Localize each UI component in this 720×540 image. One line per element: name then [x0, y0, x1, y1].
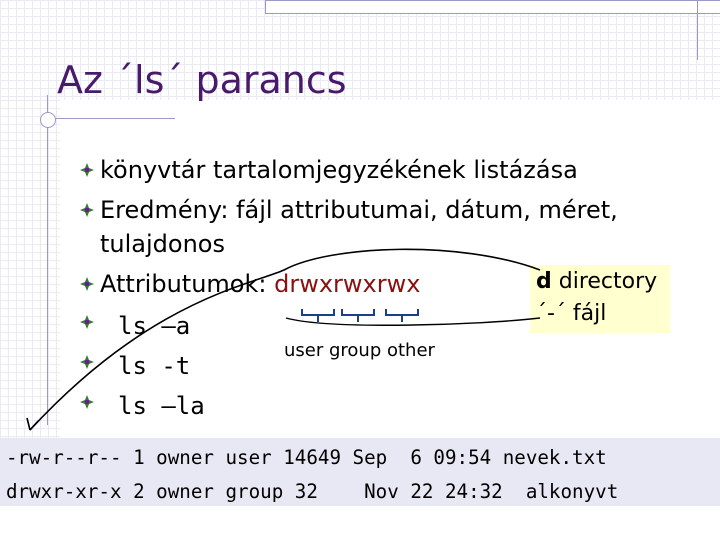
- arrow-to-dash: [285, 317, 541, 326]
- terminal-line: -rw-r--r-- 1 owner user 14649 Sep 6 09:5…: [6, 446, 607, 469]
- terminal-output: -rw-r--r-- 1 owner user 14649 Sep 6 09:5…: [0, 438, 720, 506]
- brace-group: [341, 309, 375, 322]
- arrow-to-d: [29, 248, 541, 431]
- brace-other: [385, 309, 419, 322]
- terminal-line: drwxr-xr-x 2 owner group 32 Nov 22 24:32…: [6, 480, 619, 503]
- brace-user: [301, 309, 335, 322]
- arrowhead-d: [26, 417, 39, 431]
